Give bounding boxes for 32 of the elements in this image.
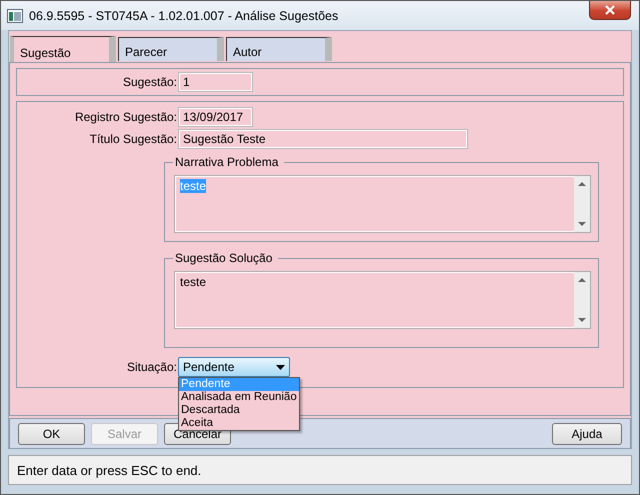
situation-dropdown[interactable]: Pendente xyxy=(178,357,290,377)
action-button[interactable]: OK xyxy=(18,422,85,444)
text-value: teste xyxy=(180,179,206,193)
dropdown-option[interactable]: Descartada xyxy=(179,404,299,417)
close-button[interactable] xyxy=(589,1,631,20)
field-label: Sugestão: xyxy=(122,75,178,89)
input-field[interactable]: 13/09/2017 xyxy=(178,107,253,127)
text-area[interactable]: teste xyxy=(174,271,591,329)
input-field[interactable]: Sugestão Teste xyxy=(178,129,468,149)
field-label: Título Sugestão: xyxy=(88,132,178,146)
scrollbar[interactable] xyxy=(574,272,590,328)
down-arrow-icon xyxy=(578,318,586,323)
down-arrow-icon xyxy=(578,222,586,227)
tab[interactable]: Sugestão xyxy=(10,36,116,63)
input-field[interactable]: 1 xyxy=(178,72,253,92)
scrollbar[interactable] xyxy=(574,176,590,232)
caret-icon xyxy=(276,364,285,370)
group-title: Sugestão Solução xyxy=(173,251,278,265)
up-arrow-icon xyxy=(578,181,586,186)
help-button[interactable]: Ajuda xyxy=(552,422,622,444)
window-title: 06.9.5595 - ST0745A - 1.02.01.007 - Análise Sugestões xyxy=(29,8,338,22)
field-label: Situação: xyxy=(126,360,178,374)
field-label: Registro Sugestão: xyxy=(74,110,178,124)
dropdown-option[interactable]: Analisada em Reunião xyxy=(179,391,299,404)
text-value: teste xyxy=(180,275,206,289)
tab[interactable]: Parecer xyxy=(118,37,224,61)
up-arrow-icon xyxy=(578,277,586,282)
app-icon xyxy=(7,8,23,22)
group-title: Narrativa Problema xyxy=(173,155,284,169)
status-text: Enter data or press ESC to end. xyxy=(17,462,202,478)
tab[interactable]: Autor xyxy=(226,37,332,61)
close-icon xyxy=(604,5,616,15)
